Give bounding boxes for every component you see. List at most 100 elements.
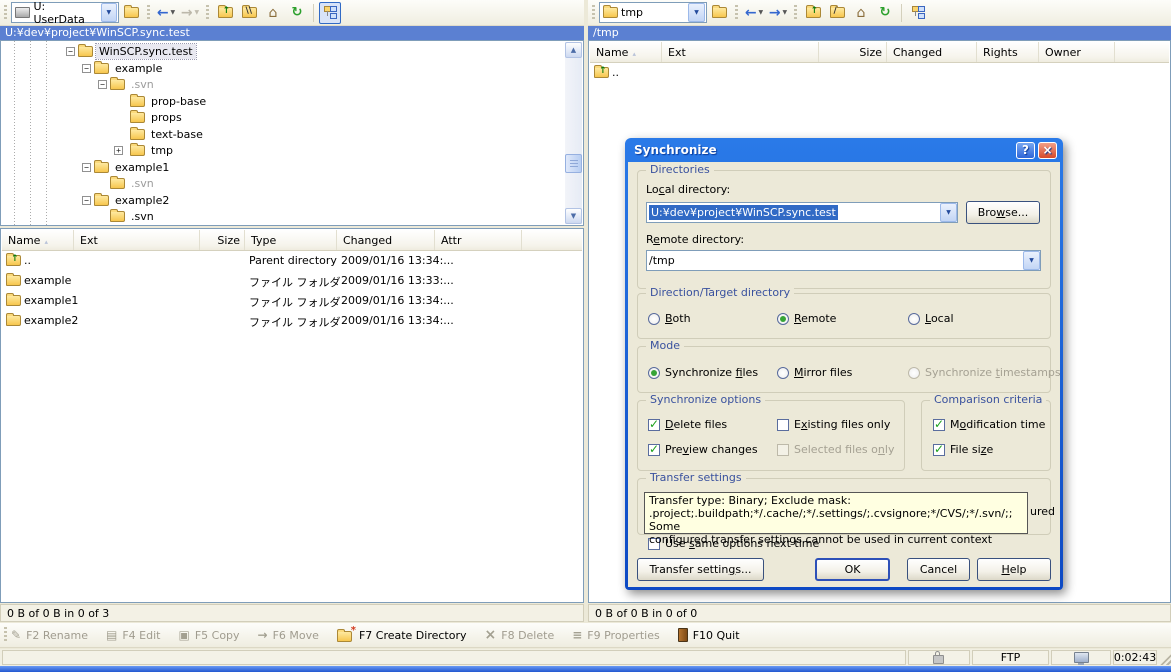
cancel-button[interactable]: Cancel: [907, 558, 970, 581]
collapse-icon[interactable]: [82, 163, 91, 172]
column-header-type[interactable]: Type: [245, 230, 337, 250]
f7-create-directory-button[interactable]: F7 Create Directory: [337, 629, 467, 642]
tree-item[interactable]: props: [1, 110, 583, 126]
radio-mirror-files[interactable]: Mirror files: [777, 366, 852, 379]
open-directory-button[interactable]: [120, 2, 142, 24]
checkbox-existing-files-only[interactable]: Existing files only: [777, 418, 890, 431]
back-button[interactable]: [743, 2, 765, 24]
file-row[interactable]: example ファイル フォルダ 2009/01/16 13:33:...: [2, 272, 582, 290]
tree-item[interactable]: .svn: [1, 209, 583, 225]
scroll-up-icon[interactable]: [565, 42, 582, 58]
dialog-title-bar[interactable]: Synchronize: [628, 138, 1060, 162]
collapse-icon[interactable]: [98, 80, 107, 89]
home-directory-button[interactable]: [262, 2, 284, 24]
column-header-rights[interactable]: Rights: [977, 42, 1039, 62]
column-header-changed[interactable]: Changed: [337, 230, 435, 250]
column-header-name[interactable]: Name: [590, 42, 662, 62]
drive-combo[interactable]: U: UserData: [11, 2, 119, 23]
checkbox-file-size[interactable]: File size: [933, 443, 993, 456]
tree-item[interactable]: prop-base: [1, 94, 583, 110]
forward-button[interactable]: [179, 2, 201, 24]
edit-icon: [106, 629, 117, 641]
close-icon[interactable]: [1038, 142, 1057, 159]
column-header-ext[interactable]: Ext: [662, 42, 819, 62]
toolbar-grip[interactable]: [147, 5, 150, 21]
chevron-down-icon[interactable]: [783, 9, 788, 16]
column-header-attr[interactable]: Attr: [435, 230, 522, 250]
column-header-ext[interactable]: Ext: [74, 230, 200, 250]
ok-button[interactable]: OK: [815, 558, 890, 581]
refresh-button[interactable]: [874, 2, 896, 24]
chevron-down-icon[interactable]: [940, 203, 957, 222]
tree-scrollbar[interactable]: [565, 42, 582, 224]
forward-button[interactable]: [767, 2, 789, 24]
refresh-button[interactable]: [286, 2, 308, 24]
chevron-down-icon[interactable]: [1023, 251, 1040, 270]
local-path-bar[interactable]: U:¥dev¥project¥WinSCP.sync.test: [0, 26, 584, 40]
chevron-down-icon[interactable]: [759, 9, 764, 16]
tree-item[interactable]: tmp: [1, 143, 583, 159]
chevron-down-icon[interactable]: [688, 3, 705, 22]
column-header-size[interactable]: Size: [200, 230, 245, 250]
file-row[interactable]: example1 ファイル フォルダ 2009/01/16 13:34:...: [2, 292, 582, 310]
expand-icon[interactable]: [114, 146, 123, 155]
tree-item[interactable]: .svn: [1, 176, 583, 192]
local-directory-combo[interactable]: U:¥dev¥project¥WinSCP.sync.test: [646, 202, 958, 223]
root-directory-button[interactable]: [826, 2, 848, 24]
toolbar-grip[interactable]: [794, 5, 797, 21]
tree-item[interactable]: text-base: [1, 127, 583, 143]
f10-quit-button[interactable]: F10 Quit: [678, 628, 740, 642]
column-header-changed[interactable]: Changed: [887, 42, 977, 62]
collapse-icon[interactable]: [82, 64, 91, 73]
protocol-cell[interactable]: FTP: [972, 650, 1050, 665]
file-row-parent[interactable]: ..: [590, 64, 1169, 82]
toolbar-grip[interactable]: [735, 5, 738, 21]
open-directory-button[interactable]: [708, 2, 730, 24]
column-header-owner[interactable]: Owner: [1039, 42, 1115, 62]
transfer-settings-button[interactable]: Transfer settings...: [637, 558, 764, 581]
file-row-parent[interactable]: .. Parent directory 2009/01/16 13:34:...: [2, 252, 582, 270]
tree-item[interactable]: example: [1, 61, 583, 77]
remote-dir-combo[interactable]: tmp: [599, 2, 707, 23]
toolbar-grip[interactable]: [4, 5, 7, 21]
checkbox-preview-changes[interactable]: Preview changes: [648, 443, 758, 456]
remote-path-bar[interactable]: /tmp: [588, 26, 1171, 40]
scroll-down-icon[interactable]: [565, 208, 582, 224]
chevron-down-icon[interactable]: [101, 3, 117, 22]
radio-remote[interactable]: Remote: [777, 312, 836, 325]
checkbox-delete-files[interactable]: Delete files: [648, 418, 727, 431]
parent-directory-button[interactable]: [802, 2, 824, 24]
radio-local[interactable]: Local: [908, 312, 954, 325]
lock-icon: [933, 655, 944, 664]
radio-both[interactable]: Both: [648, 312, 691, 325]
column-header-name[interactable]: Name: [2, 230, 74, 250]
tree-view-toggle-button[interactable]: [319, 2, 341, 24]
help-button[interactable]: Help: [977, 558, 1051, 581]
tree-item[interactable]: example2: [1, 193, 583, 209]
tree-view-toggle-button[interactable]: [907, 2, 929, 24]
chevron-down-icon[interactable]: [171, 9, 176, 16]
browse-button[interactable]: Browse...: [966, 201, 1040, 224]
file-row[interactable]: example2 ファイル フォルダ 2009/01/16 13:34:...: [2, 312, 582, 330]
radio-synchronize-files[interactable]: Synchronize files: [648, 366, 758, 379]
tree-item[interactable]: example1: [1, 160, 583, 176]
resize-grip[interactable]: [1159, 652, 1171, 665]
tree-item[interactable]: WinSCP.sync.test: [1, 44, 583, 60]
parent-directory-button[interactable]: [214, 2, 236, 24]
collapse-icon[interactable]: [82, 196, 91, 205]
back-button[interactable]: [155, 2, 177, 24]
collapse-icon[interactable]: [66, 47, 75, 56]
connection-cell[interactable]: [1051, 650, 1111, 665]
toolbar-grip[interactable]: [592, 5, 595, 21]
column-header-size[interactable]: Size: [819, 42, 887, 62]
dialog-help-icon[interactable]: [1016, 142, 1035, 159]
root-directory-button[interactable]: [238, 2, 260, 24]
scrollbar-thumb[interactable]: [565, 154, 582, 173]
checkbox-modification-time[interactable]: Modification time: [933, 418, 1045, 431]
toolbar-grip[interactable]: [206, 5, 209, 21]
toolbar-grip[interactable]: [4, 627, 7, 643]
remote-directory-combo[interactable]: /tmp: [646, 250, 1041, 271]
tree-item[interactable]: .svn: [1, 77, 583, 93]
checkbox-disabled-icon: [777, 444, 789, 456]
home-directory-button[interactable]: [850, 2, 872, 24]
